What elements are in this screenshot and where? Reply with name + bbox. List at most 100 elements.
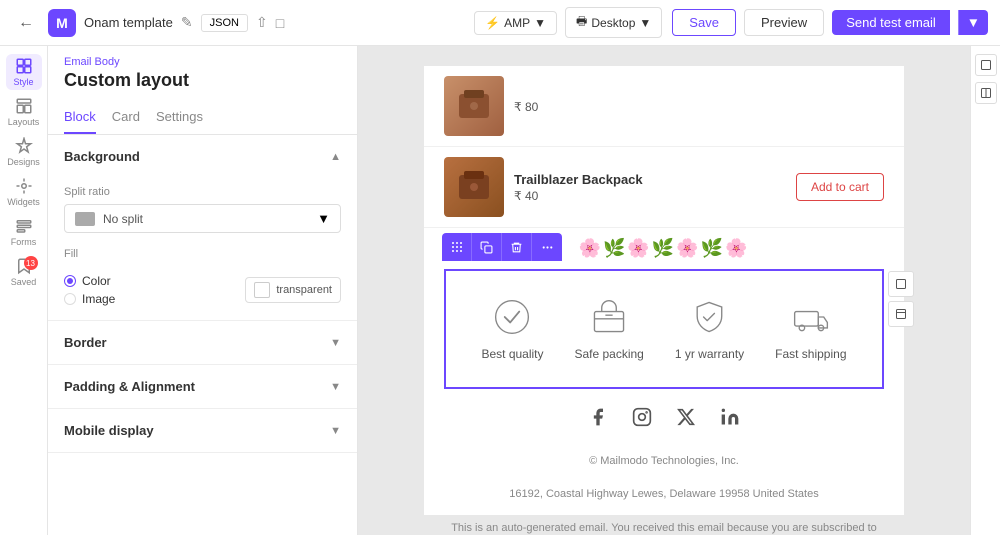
border-section-header[interactable]: Border ▼ [48,321,357,364]
color-value-text: transparent [276,284,332,296]
template-name: Onam template [84,15,173,30]
product-price-1: ₹ 80 [514,100,884,114]
instagram-icon[interactable] [628,403,656,431]
fill-label: Fill [64,248,78,260]
feature-fast-shipping: Fast shipping [775,295,846,363]
padding-chevron-icon: ▼ [330,381,341,393]
lightning-icon: ⚡ [485,16,500,30]
sidebar-item-style[interactable]: Style [6,54,42,90]
toolbar-move-button[interactable] [442,233,472,261]
color-swatch [254,282,270,298]
preview-toggle-icon[interactable]: □ [276,15,284,31]
product-info-2: Trailblazer Backpack ₹ 40 [514,172,786,203]
sidebar-item-saved[interactable]: Saved 13 [6,254,42,290]
edit-icon[interactable]: ✎ [181,14,193,31]
desktop-button[interactable]: 🖶 Desktop ▼ [565,7,662,38]
product-name-2: Trailblazer Backpack [514,172,786,187]
tab-block[interactable]: Block [64,101,96,134]
topbar-left: ← M Onam template ✎ JSON ⇧ □ [12,9,464,37]
split-ratio-label: Split ratio [64,186,341,198]
product-image-2 [444,157,504,217]
split-option-text: No split [103,212,317,226]
features-block-wrapper: Best quality [444,269,884,389]
product-image-1 [444,76,504,136]
mobile-chevron-icon: ▼ [330,425,341,437]
feature-safe-packing: Safe packing [574,295,643,363]
sidebar-item-widgets[interactable]: Widgets [6,174,42,210]
fill-color-option[interactable]: Color [64,274,115,288]
fill-row: Fill [64,248,341,266]
right-top-button[interactable] [975,54,997,76]
preview-button[interactable]: Preview [744,9,824,36]
fill-image-option[interactable]: Image [64,292,115,306]
social-row [424,389,904,445]
color-radio [64,275,76,287]
border-section-title: Border [64,335,107,350]
linkedin-icon[interactable] [716,403,744,431]
facebook-icon[interactable] [584,403,612,431]
padding-section: Padding & Alignment ▼ [48,365,357,409]
share-icon[interactable]: ⇧ [256,14,268,31]
topbar-right: Save Preview Send test email ▼ [672,9,988,36]
send-test-email-button[interactable]: Send test email [832,10,950,35]
sidebar-item-layouts[interactable]: Layouts [6,94,42,130]
toolbar-delete-button[interactable] [502,233,532,261]
send-dropdown-button[interactable]: ▼ [958,10,988,35]
right-bottom-button[interactable] [975,82,997,104]
sidebar-item-designs[interactable]: Designs [6,134,42,170]
background-section-title: Background [64,149,140,164]
json-button[interactable]: JSON [201,14,248,32]
sidebar-item-forms[interactable]: Forms [6,214,42,250]
amp-chevron-icon: ▼ [534,16,546,30]
features-toolbar [442,233,562,261]
tab-settings[interactable]: Settings [156,101,203,134]
background-section-content: Split ratio No split ▼ Fill Color [48,178,357,320]
add-to-cart-button-2[interactable]: Add to cart [796,173,884,201]
desktop-label: Desktop [591,16,635,30]
split-preview-swatch [75,212,95,226]
fast-shipping-icon [789,295,833,339]
product-info-1: ₹ 80 [514,98,884,114]
properties-panel: Email Body Custom layout Block Card Sett… [48,46,358,535]
fill-image-label: Image [82,292,115,306]
sidebar-forms-label: Forms [11,237,37,247]
sidebar-widgets-label: Widgets [7,197,40,207]
features-section: Best quality [444,269,884,389]
mobile-section-header[interactable]: Mobile display ▼ [48,409,357,452]
side-bottom-button[interactable] [888,301,914,327]
background-chevron-icon: ▲ [330,151,341,163]
twitter-x-icon[interactable] [672,403,700,431]
amp-button[interactable]: ⚡ AMP ▼ [474,11,557,35]
icon-sidebar: Style Layouts Designs Widgets Forms Save… [0,46,48,535]
feature-best-quality: Best quality [481,295,543,363]
toolbar-copy-button[interactable] [472,233,502,261]
topbar-center: ⚡ AMP ▼ 🖶 Desktop ▼ [474,7,662,38]
canvas-area: ₹ 80 Trailblazer Backpack ₹ 40 Add to ca… [358,46,970,535]
split-ratio-select[interactable]: No split ▼ [64,204,341,233]
back-button[interactable]: ← [12,9,40,37]
save-button[interactable]: Save [672,9,736,36]
fill-options: Color Image [64,274,115,306]
toolbar-more-button[interactable] [532,233,562,261]
background-section-header[interactable]: Background ▲ [48,135,357,178]
padding-section-title: Padding & Alignment [64,379,195,394]
footer-auto-email: This is an auto-generated email. You rec… [424,512,904,535]
best-quality-icon [490,295,534,339]
panel-breadcrumb[interactable]: Email Body [48,46,357,70]
border-section: Border ▼ [48,321,357,365]
safe-packing-icon [587,295,631,339]
padding-section-header[interactable]: Padding & Alignment ▼ [48,365,357,408]
side-top-button[interactable] [888,271,914,297]
mobile-section-title: Mobile display [64,423,154,438]
color-picker-preview[interactable]: transparent [245,277,341,303]
split-chevron-icon: ▼ [317,211,330,226]
feature-best-quality-label: Best quality [481,347,543,363]
border-chevron-icon: ▼ [330,337,341,349]
warranty-icon [687,295,731,339]
tab-card[interactable]: Card [112,101,140,134]
feature-safe-packing-label: Safe packing [574,347,643,363]
desktop-chevron-icon: ▼ [639,16,651,30]
email-canvas: ₹ 80 Trailblazer Backpack ₹ 40 Add to ca… [424,66,904,515]
sidebar-saved-label: Saved [11,277,37,287]
feature-warranty: 1 yr warranty [675,295,744,363]
